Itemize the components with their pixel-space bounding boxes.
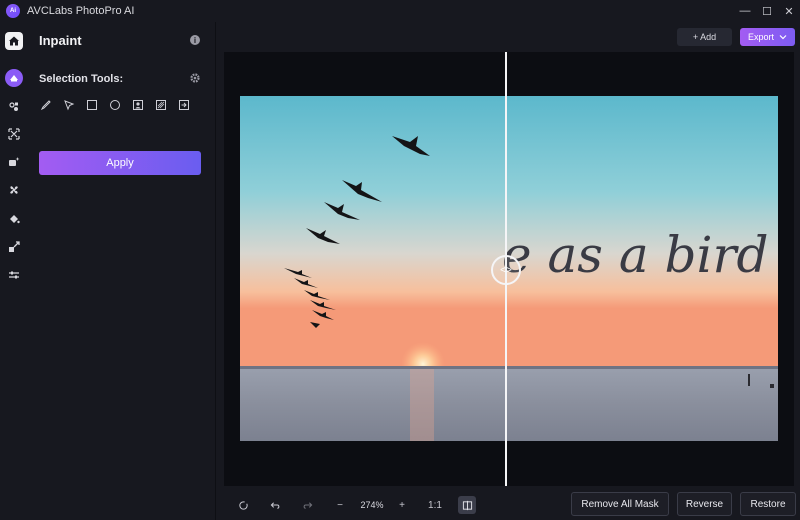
close-button[interactable]: ✕ <box>778 0 800 22</box>
lasso-pointer-icon[interactable] <box>62 98 76 112</box>
color-fill-icon[interactable] <box>5 210 23 228</box>
adjust-tool-icon[interactable] <box>5 266 23 284</box>
window-controls: — ☐ ✕ <box>734 0 800 22</box>
reverse-button[interactable]: Reverse <box>677 492 732 516</box>
selection-tools-label: Selection Tools: <box>39 73 124 85</box>
apply-button[interactable]: Apply <box>39 151 201 175</box>
restore-button[interactable]: ☐ <box>756 0 778 22</box>
chevron-down-icon <box>779 35 787 40</box>
upscale-tool-icon[interactable] <box>5 238 23 256</box>
sparkle-tool-icon[interactable] <box>5 153 23 171</box>
portrait-select-icon[interactable] <box>131 98 145 112</box>
selection-tools <box>39 98 191 112</box>
panel-title: Inpaint <box>39 33 82 48</box>
inpaint-panel: Inpaint i Selection Tools: Apply <box>28 22 216 520</box>
feature-rail <box>0 22 28 520</box>
restore-image-button[interactable]: Restore <box>740 492 796 516</box>
zoom-out-button[interactable]: − <box>334 496 346 514</box>
split-view-icon[interactable] <box>458 496 476 514</box>
title-bar: Ai AVCLabs PhotoPro AI — ☐ ✕ <box>0 0 800 22</box>
undo-icon[interactable] <box>268 496 282 514</box>
expand-tool-icon[interactable] <box>5 125 23 143</box>
zoom-level: 274% <box>360 500 384 510</box>
auto-select-icon[interactable] <box>154 98 168 112</box>
overlay-text: e as a bird <box>502 226 768 284</box>
import-mask-icon[interactable] <box>177 98 191 112</box>
reset-icon[interactable] <box>236 496 250 514</box>
info-icon[interactable]: i <box>190 35 200 45</box>
add-button[interactable]: + Add <box>677 28 732 46</box>
face-tool-icon[interactable] <box>5 98 23 116</box>
minimize-button[interactable]: — <box>734 0 756 22</box>
fan-tool-icon[interactable] <box>5 181 23 199</box>
app-window: Ai AVCLabs PhotoPro AI — ☐ ✕ Inpaint i S… <box>0 0 800 520</box>
rectangle-select-icon[interactable] <box>85 98 99 112</box>
ellipse-select-icon[interactable] <box>108 98 122 112</box>
actual-size-button[interactable]: 1:1 <box>426 496 444 514</box>
app-logo-icon: Ai <box>6 4 20 18</box>
app-title: AVCLabs PhotoPro AI <box>27 5 135 17</box>
remove-all-mask-button[interactable]: Remove All Mask <box>571 492 669 516</box>
export-label: Export <box>747 32 774 42</box>
brush-icon[interactable] <box>39 98 53 112</box>
inpaint-icon[interactable] <box>5 69 23 87</box>
export-button[interactable]: Export <box>740 28 795 46</box>
gear-icon[interactable] <box>189 72 201 84</box>
image-canvas[interactable]: e as a bird <> <box>224 52 794 486</box>
home-icon[interactable] <box>5 32 23 50</box>
compare-handle-icon[interactable]: <> <box>491 255 521 285</box>
redo-icon[interactable] <box>300 496 314 514</box>
zoom-in-button[interactable]: + <box>396 496 408 514</box>
